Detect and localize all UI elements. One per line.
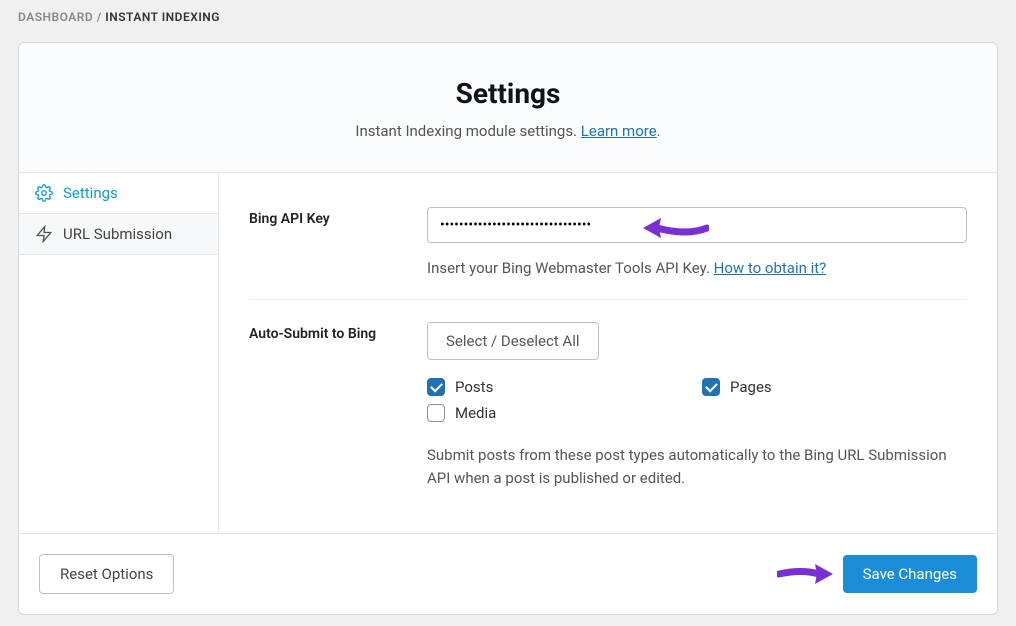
breadcrumb-current: INSTANT INDEXING <box>105 10 220 24</box>
panel-footer: Reset Options Save Changes <box>19 533 997 614</box>
field-bing-api-key: Bing API Key Insert your Bing Webmaster … <box>249 195 967 300</box>
select-deselect-all-button[interactable]: Select / Deselect All <box>427 322 599 360</box>
settings-panel: Settings Instant Indexing module setting… <box>18 42 998 615</box>
checkbox-icon <box>427 378 445 396</box>
tab-label: Settings <box>63 184 118 202</box>
auto-submit-label: Auto-Submit to Bing <box>249 322 427 489</box>
field-auto-submit: Auto-Submit to Bing Select / Deselect Al… <box>249 300 967 511</box>
api-key-label: Bing API Key <box>249 207 427 277</box>
api-key-help: Insert your Bing Webmaster Tools API Key… <box>427 259 967 277</box>
gear-icon <box>35 184 53 202</box>
save-changes-button[interactable]: Save Changes <box>843 555 977 593</box>
auto-submit-description: Submit posts from these post types autom… <box>427 444 967 489</box>
checkbox-icon <box>427 404 445 422</box>
bing-api-key-input[interactable] <box>427 207 967 243</box>
panel-header: Settings Instant Indexing module setting… <box>19 43 997 173</box>
reset-options-button[interactable]: Reset Options <box>39 554 174 594</box>
panel-body: Settings URL Submission Bing API Key I <box>19 173 997 533</box>
tab-settings[interactable]: Settings <box>19 173 218 213</box>
content-area: Bing API Key Insert your Bing Webmaster … <box>219 173 997 533</box>
bolt-icon <box>35 225 53 243</box>
tab-label: URL Submission <box>63 225 172 243</box>
learn-more-link[interactable]: Learn more <box>581 122 657 140</box>
annotation-arrow-icon <box>777 557 837 591</box>
post-types-grid: Posts Pages Media <box>427 378 957 422</box>
breadcrumb: DASHBOARD / INSTANT INDEXING <box>18 10 998 24</box>
page-title: Settings <box>39 77 977 110</box>
checkbox-media[interactable]: Media <box>427 404 682 422</box>
how-to-obtain-link[interactable]: How to obtain it? <box>714 259 827 277</box>
checkbox-posts[interactable]: Posts <box>427 378 682 396</box>
tabs-sidebar: Settings URL Submission <box>19 173 219 533</box>
checkbox-pages[interactable]: Pages <box>702 378 957 396</box>
page-subtitle: Instant Indexing module settings. Learn … <box>39 122 977 140</box>
checkbox-icon <box>702 378 720 396</box>
tab-url-submission[interactable]: URL Submission <box>19 213 218 255</box>
breadcrumb-root[interactable]: DASHBOARD <box>18 10 93 24</box>
